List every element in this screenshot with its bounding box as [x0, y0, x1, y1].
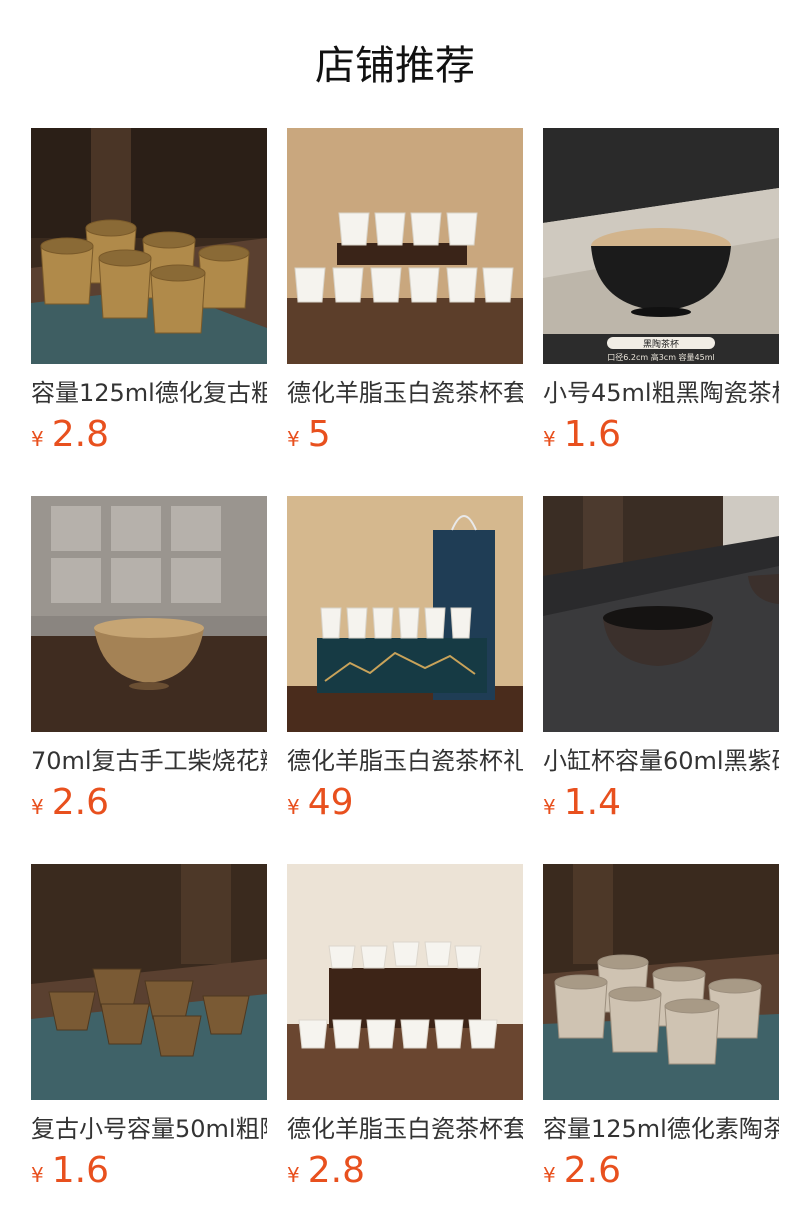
- product-image[interactable]: [31, 496, 267, 732]
- currency-symbol: ¥: [31, 795, 44, 819]
- currency-symbol: ¥: [287, 1163, 300, 1187]
- product-price: ¥1.6: [543, 413, 779, 457]
- currency-symbol: ¥: [543, 795, 556, 819]
- price-value: 1.6: [563, 414, 621, 455]
- product-card[interactable]: 复古小号容量50ml粗陶杯 ¥1.6: [31, 864, 267, 1193]
- page-title: 店铺推荐: [315, 43, 475, 89]
- product-name[interactable]: 德化羊脂玉白瓷茶杯套装: [287, 377, 523, 409]
- product-price: ¥1.4: [543, 781, 779, 825]
- product-image[interactable]: [287, 128, 523, 364]
- product-card[interactable]: 容量125ml德化素陶茶杯 ¥2.6: [543, 864, 779, 1193]
- product-price: ¥2.6: [543, 1149, 779, 1193]
- product-card[interactable]: 德化羊脂玉白瓷茶杯套装 ¥2.8: [287, 864, 523, 1193]
- product-card[interactable]: 70ml复古手工柴烧花瓣杯 ¥2.6: [31, 496, 267, 825]
- product-image[interactable]: [287, 864, 523, 1100]
- product-card[interactable]: 黑陶茶杯 口径6.2cm 高3cm 容量45ml 小号45ml粗黑陶瓷茶杯 ¥1…: [543, 128, 779, 457]
- product-image[interactable]: [287, 496, 523, 732]
- price-value: 2.8: [307, 1150, 365, 1191]
- image-specs: 口径6.2cm 高3cm 容量45ml: [607, 352, 714, 362]
- currency-symbol: ¥: [31, 427, 44, 451]
- product-name[interactable]: 德化羊脂玉白瓷茶杯套装: [287, 1113, 523, 1145]
- price-value: 1.4: [563, 782, 621, 823]
- product-name[interactable]: 小缸杯容量60ml黑紫砂杯: [543, 745, 779, 777]
- product-price: ¥2.8: [287, 1149, 523, 1193]
- product-name[interactable]: 小号45ml粗黑陶瓷茶杯: [543, 377, 779, 409]
- price-value: 49: [307, 782, 354, 823]
- currency-symbol: ¥: [543, 427, 556, 451]
- product-name[interactable]: 容量125ml德化素陶茶杯: [543, 1113, 779, 1145]
- currency-symbol: ¥: [543, 1163, 556, 1187]
- image-caption: 黑陶茶杯: [643, 338, 679, 350]
- product-image[interactable]: [543, 496, 779, 732]
- product-price: ¥49: [287, 781, 523, 825]
- product-price: ¥5: [287, 413, 523, 457]
- product-price: ¥2.8: [31, 413, 267, 457]
- product-card[interactable]: 容量125ml德化复古粗陶茶杯 ¥2.8: [31, 128, 267, 457]
- product-card[interactable]: 德化羊脂玉白瓷茶杯套装 ¥5: [287, 128, 523, 457]
- price-value: 2.6: [563, 1150, 621, 1191]
- price-value: 2.6: [51, 782, 109, 823]
- product-image[interactable]: [543, 864, 779, 1100]
- price-value: 2.8: [51, 414, 109, 455]
- product-card[interactable]: 小缸杯容量60ml黑紫砂杯 ¥1.4: [543, 496, 779, 825]
- product-name[interactable]: 70ml复古手工柴烧花瓣杯: [31, 745, 267, 777]
- product-name[interactable]: 复古小号容量50ml粗陶杯: [31, 1113, 267, 1145]
- product-image[interactable]: [31, 128, 267, 364]
- price-value: 5: [307, 414, 331, 455]
- product-name[interactable]: 德化羊脂玉白瓷茶杯礼盒: [287, 745, 523, 777]
- product-image[interactable]: [31, 864, 267, 1100]
- currency-symbol: ¥: [31, 1163, 44, 1187]
- currency-symbol: ¥: [287, 427, 300, 451]
- product-price: ¥1.6: [31, 1149, 267, 1193]
- product-name[interactable]: 容量125ml德化复古粗陶茶杯: [31, 377, 267, 409]
- product-image[interactable]: 黑陶茶杯 口径6.2cm 高3cm 容量45ml: [543, 128, 779, 364]
- price-value: 1.6: [51, 1150, 109, 1191]
- currency-symbol: ¥: [287, 795, 300, 819]
- product-price: ¥2.6: [31, 781, 267, 825]
- product-card[interactable]: 德化羊脂玉白瓷茶杯礼盒 ¥49: [287, 496, 523, 825]
